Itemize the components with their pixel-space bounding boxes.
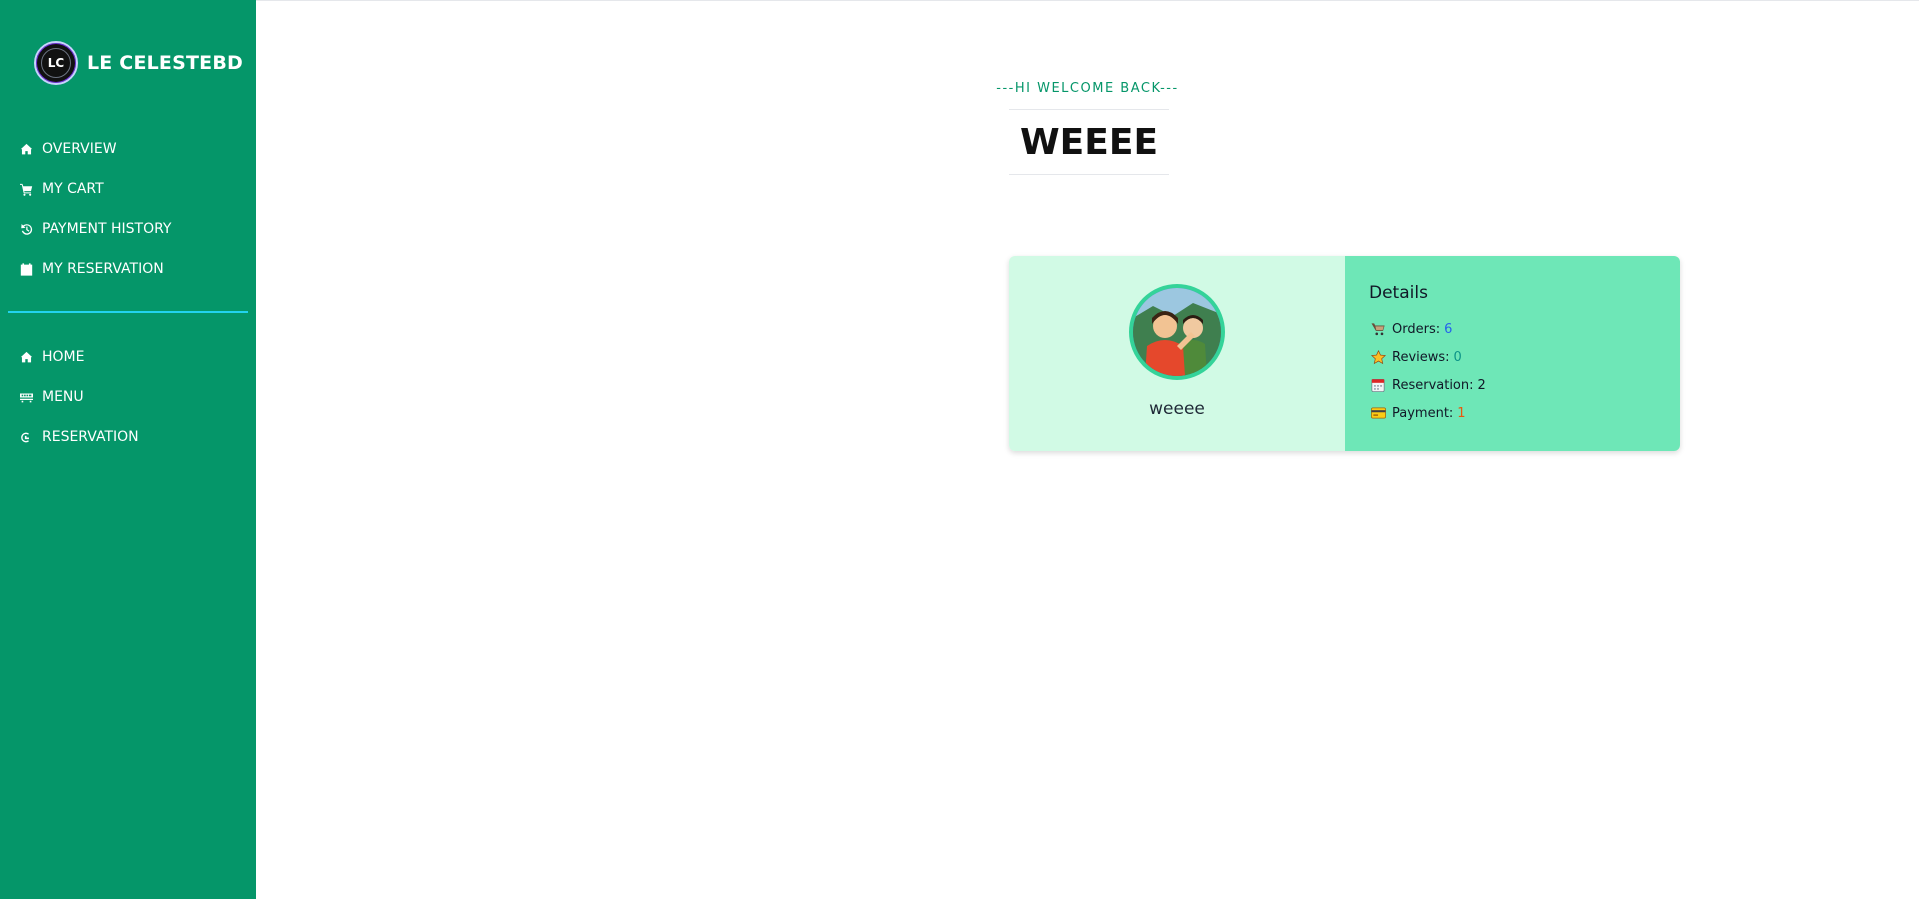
stat-label: Payment: [1392,405,1454,421]
sidebar-item-label: MENU [42,389,84,405]
logo-icon: LC [34,41,78,85]
details-title: Details [1369,283,1428,303]
reservation-icon [20,431,33,444]
calendar-emoji-icon [1369,378,1387,392]
history-icon [20,223,33,236]
stat-orders: Orders: 6 [1369,315,1680,343]
sidebar-item-my-cart[interactable]: MY CART [20,169,172,209]
stat-reservation: Reservation: 2 [1369,371,1680,399]
sidebar-item-label: OVERVIEW [42,141,117,157]
sidebar-item-home[interactable]: HOME [20,337,139,377]
home-icon [20,143,33,156]
sidebar-nav-bottom: HOME MENU RESERVATION [20,337,139,457]
brand-name: LE CELESTEBD [87,52,243,74]
details-panel: Details Orders: 6 Reviews: 0 Reservation… [1345,256,1680,451]
stat-value: 0 [1453,349,1462,365]
menu-icon [20,391,33,404]
sidebar-item-label: HOME [42,349,85,365]
sidebar-item-overview[interactable]: OVERVIEW [20,129,172,169]
sidebar-item-label: MY CART [42,181,104,197]
sidebar-divider [8,311,248,313]
brand[interactable]: LC LE CELESTEBD [34,41,243,85]
sidebar-item-payment-history[interactable]: PAYMENT HISTORY [20,209,172,249]
cart-icon [20,183,33,196]
stat-label: Reviews: [1392,349,1450,365]
welcome-subtitle: ---HI WELCOME BACK--- [996,81,1179,96]
sidebar: LC LE CELESTEBD OVERVIEW MY CART PAYMENT… [0,0,256,899]
sidebar-item-label: MY RESERVATION [42,261,164,277]
stat-label: Orders: [1392,321,1441,337]
username: weeee [1149,399,1205,419]
page-title: WEEEE [1019,121,1159,163]
sidebar-item-reservation[interactable]: RESERVATION [20,417,139,457]
sidebar-item-menu[interactable]: MENU [20,377,139,417]
stat-label: Reservation: [1392,377,1474,393]
stat-reviews: Reviews: 0 [1369,343,1680,371]
sidebar-item-my-reservation[interactable]: MY RESERVATION [20,249,172,289]
profile-card: weeee Details Orders: 6 Reviews: 0 Reser… [1009,256,1680,451]
credit-card-emoji-icon [1369,407,1387,419]
cart-emoji-icon [1369,322,1387,336]
home-icon [20,351,33,364]
sidebar-item-label: RESERVATION [42,429,139,445]
stat-value: 2 [1477,377,1486,393]
stat-value: 6 [1444,321,1453,337]
star-emoji-icon [1369,349,1387,365]
sidebar-nav-top: OVERVIEW MY CART PAYMENT HISTORY MY RESE… [20,129,172,289]
calendar-check-icon [20,262,33,276]
stat-payment: Payment: 1 [1369,399,1680,427]
page-title-box: WEEEE [1009,109,1169,175]
main-content: ---HI WELCOME BACK--- WEEEE weeee Detail… [256,0,1919,899]
avatar [1129,284,1225,380]
sidebar-item-label: PAYMENT HISTORY [42,221,172,237]
profile-panel: weeee [1009,256,1345,451]
stat-value: 1 [1457,405,1466,421]
